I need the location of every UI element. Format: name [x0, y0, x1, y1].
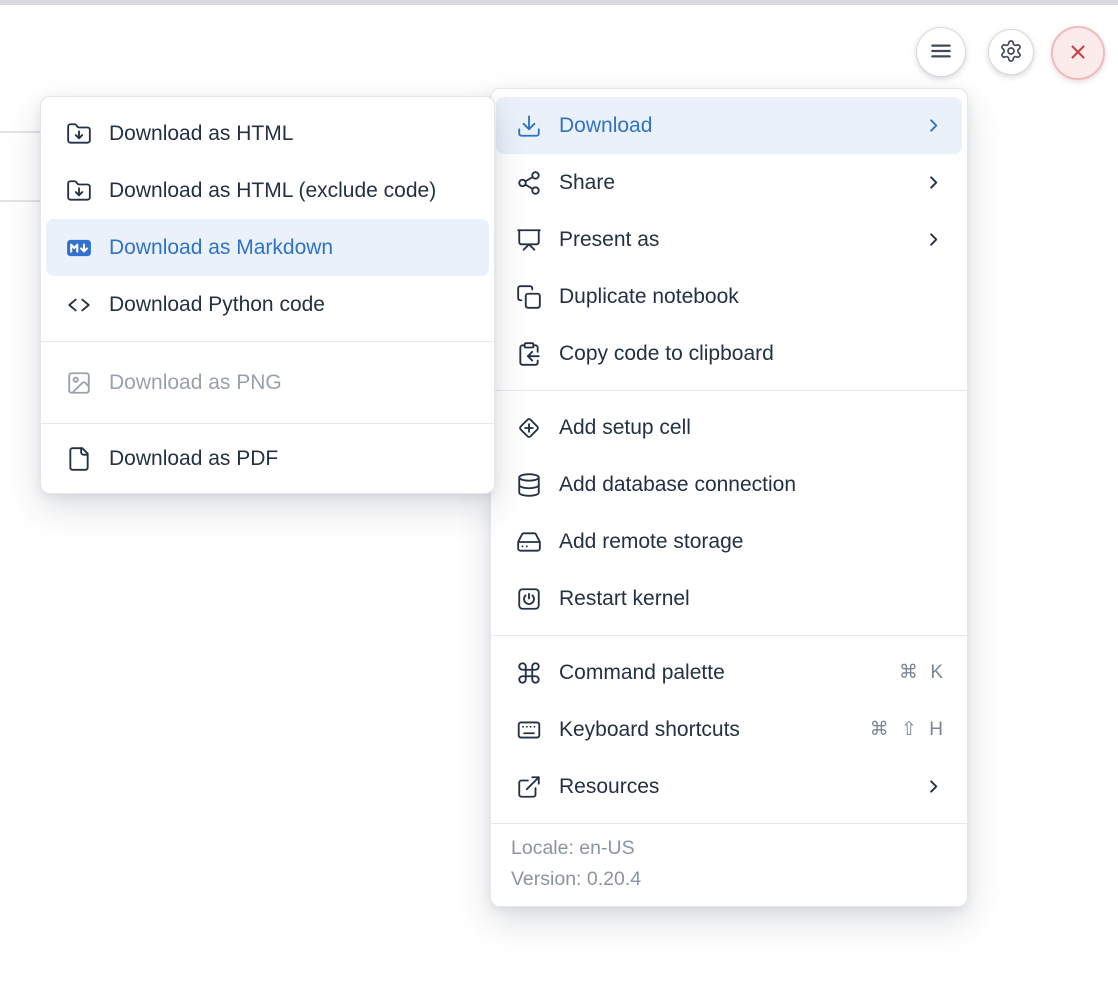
- menu-item-label: Download as HTML (exclude code): [109, 179, 436, 203]
- menu-item-keyboard-shortcuts[interactable]: Keyboard shortcuts ⌘ ⇧ H: [496, 701, 962, 758]
- download-submenu: Download as HTML Download as HTML (exclu…: [40, 96, 495, 494]
- download-icon: [516, 113, 542, 139]
- menu-item-copy-code-to-clipboard[interactable]: Copy code to clipboard: [496, 325, 962, 382]
- submenu-item-download-as-png: Download as PNG: [46, 354, 489, 411]
- folder-down-icon: [66, 178, 92, 204]
- submenu-group-pdf: Download as PDF: [41, 424, 494, 493]
- submenu-item-download-python-code[interactable]: Download Python code: [46, 276, 489, 333]
- shortcut-hint: ⌘ K: [899, 661, 943, 684]
- menu-item-resources[interactable]: Resources: [496, 758, 962, 815]
- menu-item-label: Add database connection: [559, 473, 796, 497]
- menu-item-label: Command palette: [559, 661, 725, 685]
- image-icon: [66, 370, 92, 396]
- submenu-item-download-as-html[interactable]: Download as HTML: [46, 105, 489, 162]
- menu-item-label: Download as Markdown: [109, 236, 333, 260]
- diamond-plus-icon: [516, 415, 542, 441]
- menu-item-label: Restart kernel: [559, 587, 690, 611]
- close-icon: [1066, 40, 1090, 67]
- menu-item-add-remote-storage[interactable]: Add remote storage: [496, 513, 962, 570]
- hamburger-menu-icon: [928, 38, 954, 67]
- menu-item-label: Add remote storage: [559, 530, 743, 554]
- database-icon: [516, 472, 542, 498]
- menu-item-label: Present as: [559, 228, 659, 252]
- folder-down-icon: [66, 121, 92, 147]
- window-top-divider: [0, 0, 1118, 5]
- menu-item-label: Copy code to clipboard: [559, 342, 774, 366]
- menu-footer: Locale: en-US Version: 0.20.4: [491, 824, 967, 906]
- submenu-item-download-as-pdf[interactable]: Download as PDF: [46, 430, 489, 487]
- presentation-icon: [516, 227, 542, 253]
- chevron-right-icon: [924, 116, 943, 135]
- background-rule: [0, 200, 41, 202]
- locale-text: Locale: en-US: [511, 833, 947, 864]
- menu-item-add-database-connection[interactable]: Add database connection: [496, 456, 962, 513]
- version-text: Version: 0.20.4: [511, 864, 947, 895]
- menu-item-share[interactable]: Share: [496, 154, 962, 211]
- menu-item-duplicate-notebook[interactable]: Duplicate notebook: [496, 268, 962, 325]
- notebook-actions-menu: Download Share Present as Duplicate note…: [490, 88, 968, 907]
- menu-item-label: Download as HTML: [109, 122, 293, 146]
- background-rule: [0, 131, 41, 133]
- menu-item-present-as[interactable]: Present as: [496, 211, 962, 268]
- menu-group-cells: Add setup cell Add database connection A…: [491, 391, 967, 635]
- shortcut-hint: ⌘ ⇧ H: [870, 718, 943, 741]
- submenu-item-download-as-html-exclude-code[interactable]: Download as HTML (exclude code): [46, 162, 489, 219]
- gear-icon: [999, 39, 1023, 66]
- menu-group-notebook: Download Share Present as Duplicate note…: [491, 89, 967, 390]
- square-power-icon: [516, 586, 542, 612]
- notebook-menu-button[interactable]: [916, 27, 966, 77]
- chevron-right-icon: [924, 173, 943, 192]
- submenu-group-documents: Download as HTML Download as HTML (exclu…: [41, 97, 494, 341]
- shutdown-button[interactable]: [1051, 26, 1105, 80]
- menu-item-command-palette[interactable]: Command palette ⌘ K: [496, 644, 962, 701]
- menu-item-label: Download Python code: [109, 293, 325, 317]
- share-icon: [516, 170, 542, 196]
- menu-item-label: Share: [559, 171, 615, 195]
- menu-item-download[interactable]: Download: [496, 97, 962, 154]
- chevron-right-icon: [924, 230, 943, 249]
- clipboard-copy-icon: [516, 341, 542, 367]
- keyboard-icon: [516, 717, 542, 743]
- copy-pages-icon: [516, 284, 542, 310]
- command-icon: [516, 660, 542, 686]
- menu-item-label: Download as PNG: [109, 371, 282, 395]
- markdown-badge-icon: [66, 235, 92, 261]
- hard-drive-icon: [516, 529, 542, 555]
- menu-item-label: Duplicate notebook: [559, 285, 739, 309]
- menu-group-help: Command palette ⌘ K Keyboard shortcuts ⌘…: [491, 636, 967, 823]
- menu-item-label: Add setup cell: [559, 416, 691, 440]
- submenu-group-png: Download as PNG: [41, 342, 494, 423]
- external-link-icon: [516, 774, 542, 800]
- menu-item-restart-kernel[interactable]: Restart kernel: [496, 570, 962, 627]
- menu-item-label: Download as PDF: [109, 447, 278, 471]
- menu-item-add-setup-cell[interactable]: Add setup cell: [496, 399, 962, 456]
- submenu-item-download-as-markdown[interactable]: Download as Markdown: [46, 219, 489, 276]
- menu-item-label: Keyboard shortcuts: [559, 718, 740, 742]
- menu-item-label: Resources: [559, 775, 659, 799]
- file-icon: [66, 446, 92, 472]
- code-brackets-icon: [66, 292, 92, 318]
- menu-item-label: Download: [559, 114, 652, 138]
- chevron-right-icon: [924, 777, 943, 796]
- settings-button[interactable]: [988, 29, 1034, 75]
